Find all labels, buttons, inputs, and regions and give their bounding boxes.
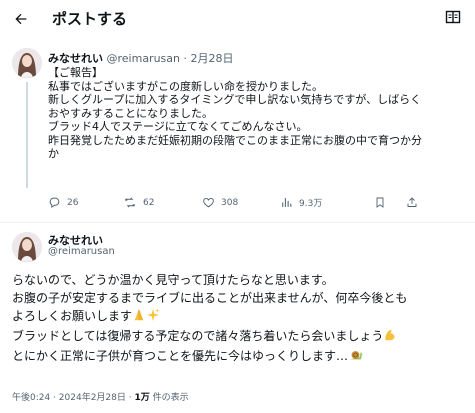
tweet-line: らないので、どうか温かく見守って頂けたらなと思います。	[12, 273, 334, 287]
tweet-line: 新しくグループに加入するタイミングで申し訳ない気持ちですが、しばらく	[48, 93, 422, 106]
folded-hands-emoji	[132, 308, 146, 327]
tweet-line: おやすみすることになりました。	[48, 106, 213, 120]
tweet-line: 昨日発覚したためまだ妊娠初期の段階でこのまま正常にお腹の中で育つか分	[48, 133, 422, 147]
repost-icon	[124, 197, 136, 208]
flexed-biceps-emoji	[383, 328, 397, 347]
views-count: 9.3万	[299, 199, 323, 209]
handle-date[interactable]: @reimarusan · 2月28日	[107, 52, 234, 65]
views-chart-icon	[282, 198, 292, 207]
back-button[interactable]	[10, 8, 32, 30]
display-name[interactable]: みなせれい	[48, 52, 103, 65]
like-button[interactable]: 308	[202, 196, 238, 209]
tweet-line: 私事ではございますがこの度新しい命を授かりました。	[48, 79, 323, 93]
bookmark-button[interactable]	[374, 196, 392, 209]
arrow-left-icon	[15, 13, 27, 25]
tweet-line: か	[48, 147, 59, 160]
thread-connector	[26, 82, 28, 188]
tweet1-text: 【ご報告】 私事ではございますがこの度新しい命を授かりました。 新しくグループに…	[48, 66, 468, 161]
post-meta: 午後0:24 · 2024年2月28日 · 1万 件の表示	[12, 390, 189, 403]
like-count: 308	[221, 197, 239, 208]
view-count-label: 件の表示	[149, 393, 189, 403]
top-bar: ポストする	[0, 0, 475, 40]
sparkles-emoji	[146, 308, 160, 327]
bookmark-icon	[376, 197, 384, 208]
views-button[interactable]: 9.3万	[280, 196, 322, 209]
handle[interactable]: @reimarusan	[48, 246, 115, 257]
share-button[interactable]	[406, 196, 424, 209]
reader-mode-button[interactable]	[445, 9, 461, 25]
tweet-line: ブラッドとしては復帰する予定なので諸々落ち着いたら会いましょう	[12, 327, 472, 347]
view-count: 1万	[134, 393, 150, 403]
tweet-line-text: よろしくお願いします	[12, 309, 133, 323]
tweet-line-text: とにかく正常に子供が育つことを優先に今はゆっくりします…	[12, 349, 349, 363]
tweet-line: よろしくお願いします	[12, 307, 472, 327]
page-title: ポストする	[52, 10, 128, 28]
snail-emoji	[348, 348, 363, 367]
post-timestamp[interactable]: 午後0:24 · 2024年2月28日 ·	[12, 393, 134, 403]
tweet2-text: らないので、どうか温かく見守って頂けたらなと思います。 お腹の子が安定するまでラ…	[12, 271, 472, 367]
reply-count: 26	[67, 197, 79, 208]
tweet-line: 【ご報告】	[48, 66, 103, 79]
repost-count: 62	[143, 197, 155, 208]
tweet-line: ブラッド4人でステージに立てなくてごめんなさい。	[48, 120, 308, 133]
tweet-line: とにかく正常に子供が育つことを優先に今はゆっくりします…	[12, 347, 472, 367]
reply-button[interactable]: 26	[48, 196, 78, 209]
reply-icon	[49, 197, 60, 209]
reader-mode-icon	[445, 10, 461, 24]
heart-icon	[203, 197, 214, 208]
divider	[0, 222, 475, 223]
repost-button[interactable]: 62	[123, 196, 154, 209]
avatar[interactable]	[12, 48, 42, 78]
avatar[interactable]	[12, 232, 42, 262]
tweet-line: お腹の子が安定するまでライブに出ることが出来ませんが、何卒今後とも	[12, 291, 408, 305]
tweet-line-text: ブラッドとしては復帰する予定なので諸々落ち着いたら会いましょう	[12, 329, 384, 343]
tweet1-actions: 26 62 308 9.3万	[48, 196, 468, 210]
share-icon	[407, 197, 417, 207]
tweet1-author[interactable]: みなせれい @reimarusan · 2月28日	[48, 50, 233, 66]
